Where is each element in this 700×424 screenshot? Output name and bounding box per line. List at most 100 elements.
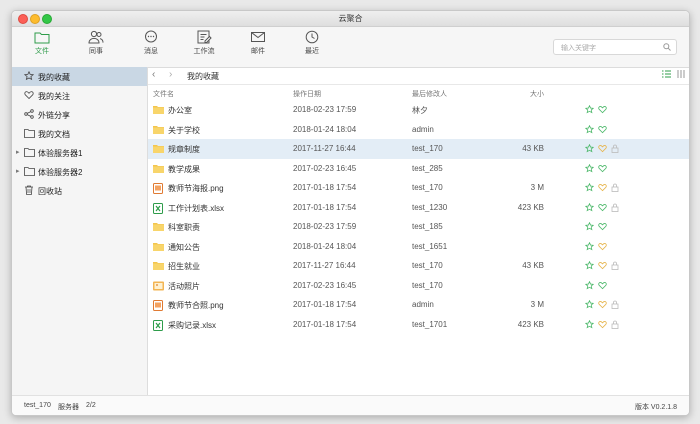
star-icon[interactable]: [584, 104, 595, 116]
heart-icon[interactable]: [598, 144, 607, 155]
file-name[interactable]: 教师节海报.png: [168, 183, 224, 194]
file-name[interactable]: 教学成果: [168, 164, 200, 175]
toolbar-colleagues-button[interactable]: 同事: [76, 30, 116, 56]
lock-icon[interactable]: [611, 300, 619, 311]
file-name[interactable]: 招生就业: [168, 261, 200, 272]
sidebar-item-my-documents[interactable]: 我的文档: [12, 124, 147, 143]
file-name[interactable]: 活动照片: [168, 281, 200, 292]
heart-icon[interactable]: [598, 105, 607, 116]
file-modifier: test_170: [412, 183, 443, 192]
heart-icon[interactable]: [598, 300, 607, 311]
sidebar-item-share-links[interactable]: 外链分享: [12, 105, 147, 124]
back-button[interactable]: ‹: [152, 69, 155, 80]
sidebar-item-recycle-bin[interactable]: 回收站: [12, 181, 147, 200]
list-view-icon[interactable]: [662, 70, 671, 78]
file-size: 423 KB: [517, 202, 544, 212]
search-icon[interactable]: [663, 43, 671, 51]
forward-button[interactable]: ›: [169, 69, 172, 80]
star-icon[interactable]: [584, 163, 595, 175]
toolbar-mail-button[interactable]: 邮件: [238, 30, 278, 56]
file-name[interactable]: 通知公告: [168, 242, 200, 253]
sidebar-item-server-1[interactable]: ▸ 体验服务器1: [12, 143, 147, 162]
star-icon[interactable]: [584, 241, 595, 253]
toolbar-recent-button[interactable]: 最近: [292, 30, 332, 56]
file-date: 2018-01-24 18:04: [293, 124, 357, 134]
table-row[interactable]: 教师节合照.png 2017-01-18 17:54 admin 3 M: [148, 295, 689, 315]
heart-icon[interactable]: [598, 242, 607, 253]
sidebar: 我的收藏 我的关注 外链分享 我的文档 ▸ 体验服务器1 ▸ 体验服务器2 回收…: [12, 67, 148, 395]
star-icon[interactable]: [584, 280, 595, 292]
toolbar-messages-button[interactable]: 消息: [131, 30, 171, 56]
file-modifier: test_170: [412, 144, 443, 153]
file-name[interactable]: 规章制度: [168, 144, 200, 155]
star-icon[interactable]: [584, 182, 595, 194]
expand-arrow-icon[interactable]: ▸: [16, 167, 20, 175]
status-server-count: 2/2: [86, 402, 96, 409]
lock-icon[interactable]: [611, 183, 619, 194]
row-actions: [584, 319, 623, 331]
heart-icon[interactable]: [598, 320, 607, 331]
star-icon[interactable]: [584, 202, 595, 214]
heart-icon[interactable]: [598, 281, 607, 292]
file-date: 2017-01-18 17:54: [293, 183, 357, 192]
heart-icon[interactable]: [598, 125, 607, 136]
table-row[interactable]: 招生就业 2017-11-27 16:44 test_170 43 KB: [148, 256, 689, 276]
star-icon[interactable]: [584, 143, 595, 155]
file-size: 3 M: [530, 183, 544, 192]
users-icon: [88, 30, 104, 44]
row-actions: [584, 299, 623, 311]
folder-icon: [24, 129, 35, 138]
folder-icon: [153, 144, 164, 155]
table-row[interactable]: 关于学校 2018-01-24 18:04 admin: [148, 120, 689, 140]
file-name[interactable]: 采购记录.xlsx: [168, 320, 216, 331]
header-size[interactable]: 大小: [480, 89, 544, 99]
file-name[interactable]: 关于学校: [168, 125, 200, 136]
lock-icon[interactable]: [611, 320, 619, 331]
sidebar-item-following[interactable]: 我的关注: [12, 86, 147, 105]
star-icon[interactable]: [584, 319, 595, 331]
sidebar-item-favorites[interactable]: 我的收藏: [12, 67, 147, 86]
expand-arrow-icon[interactable]: ▸: [16, 148, 20, 156]
header-date[interactable]: 操作日期: [293, 89, 321, 99]
star-icon[interactable]: [584, 221, 595, 233]
table-row[interactable]: 办公室 2018-02-23 17:59 林夕: [148, 100, 689, 120]
heart-icon[interactable]: [598, 164, 607, 175]
grid-view-icon[interactable]: [677, 70, 685, 78]
header-user[interactable]: 最后修改人: [412, 89, 447, 99]
table-row[interactable]: 采购记录.xlsx 2017-01-18 17:54 test_1701 423 KB: [148, 315, 689, 335]
table-row[interactable]: 活动照片 2017-02-23 16:45 test_170: [148, 276, 689, 296]
heart-icon[interactable]: [598, 261, 607, 272]
table-row[interactable]: 教学成果 2017-02-23 16:45 test_285: [148, 159, 689, 179]
table-row[interactable]: 教师节海报.png 2017-01-18 17:54 test_170 3 M: [148, 178, 689, 198]
star-icon[interactable]: [584, 299, 595, 311]
share-icon: [24, 109, 34, 119]
folder-icon: [24, 148, 35, 157]
lock-icon[interactable]: [611, 261, 619, 272]
file-date: 2018-01-24 18:04: [293, 241, 357, 251]
table-row[interactable]: 工作计划表.xlsx 2017-01-18 17:54 test_1230 423 K…: [148, 198, 689, 218]
star-icon[interactable]: [584, 260, 595, 272]
file-name[interactable]: 办公室: [168, 105, 192, 116]
file-modifier: test_170: [412, 261, 443, 270]
file-name[interactable]: 工作计划表.xlsx: [168, 203, 224, 214]
sidebar-item-server-2[interactable]: ▸ 体验服务器2: [12, 162, 147, 181]
row-actions: [584, 202, 623, 214]
row-actions: [584, 260, 623, 272]
table-row[interactable]: 科室职责 2018-02-23 17:59 test_185: [148, 217, 689, 237]
header-name[interactable]: 文件名: [153, 89, 174, 99]
search-input[interactable]: 输入关键字: [553, 39, 677, 55]
row-actions: [584, 124, 611, 136]
toolbar-workflow-button[interactable]: 工作流: [184, 30, 224, 56]
file-date: 2017-02-23 16:45: [293, 280, 357, 290]
lock-icon[interactable]: [611, 144, 619, 155]
star-icon[interactable]: [584, 124, 595, 136]
heart-icon[interactable]: [598, 183, 607, 194]
toolbar-files-button[interactable]: 文件: [22, 30, 62, 56]
table-row[interactable]: 规章制度 2017-11-27 16:44 test_170 43 KB: [148, 139, 689, 159]
file-name[interactable]: 教师节合照.png: [168, 300, 224, 311]
table-row[interactable]: 通知公告 2018-01-24 18:04 test_1651: [148, 237, 689, 257]
heart-icon[interactable]: [598, 222, 607, 233]
heart-icon[interactable]: [598, 203, 607, 214]
file-name[interactable]: 科室职责: [168, 222, 200, 233]
lock-icon[interactable]: [611, 203, 619, 214]
